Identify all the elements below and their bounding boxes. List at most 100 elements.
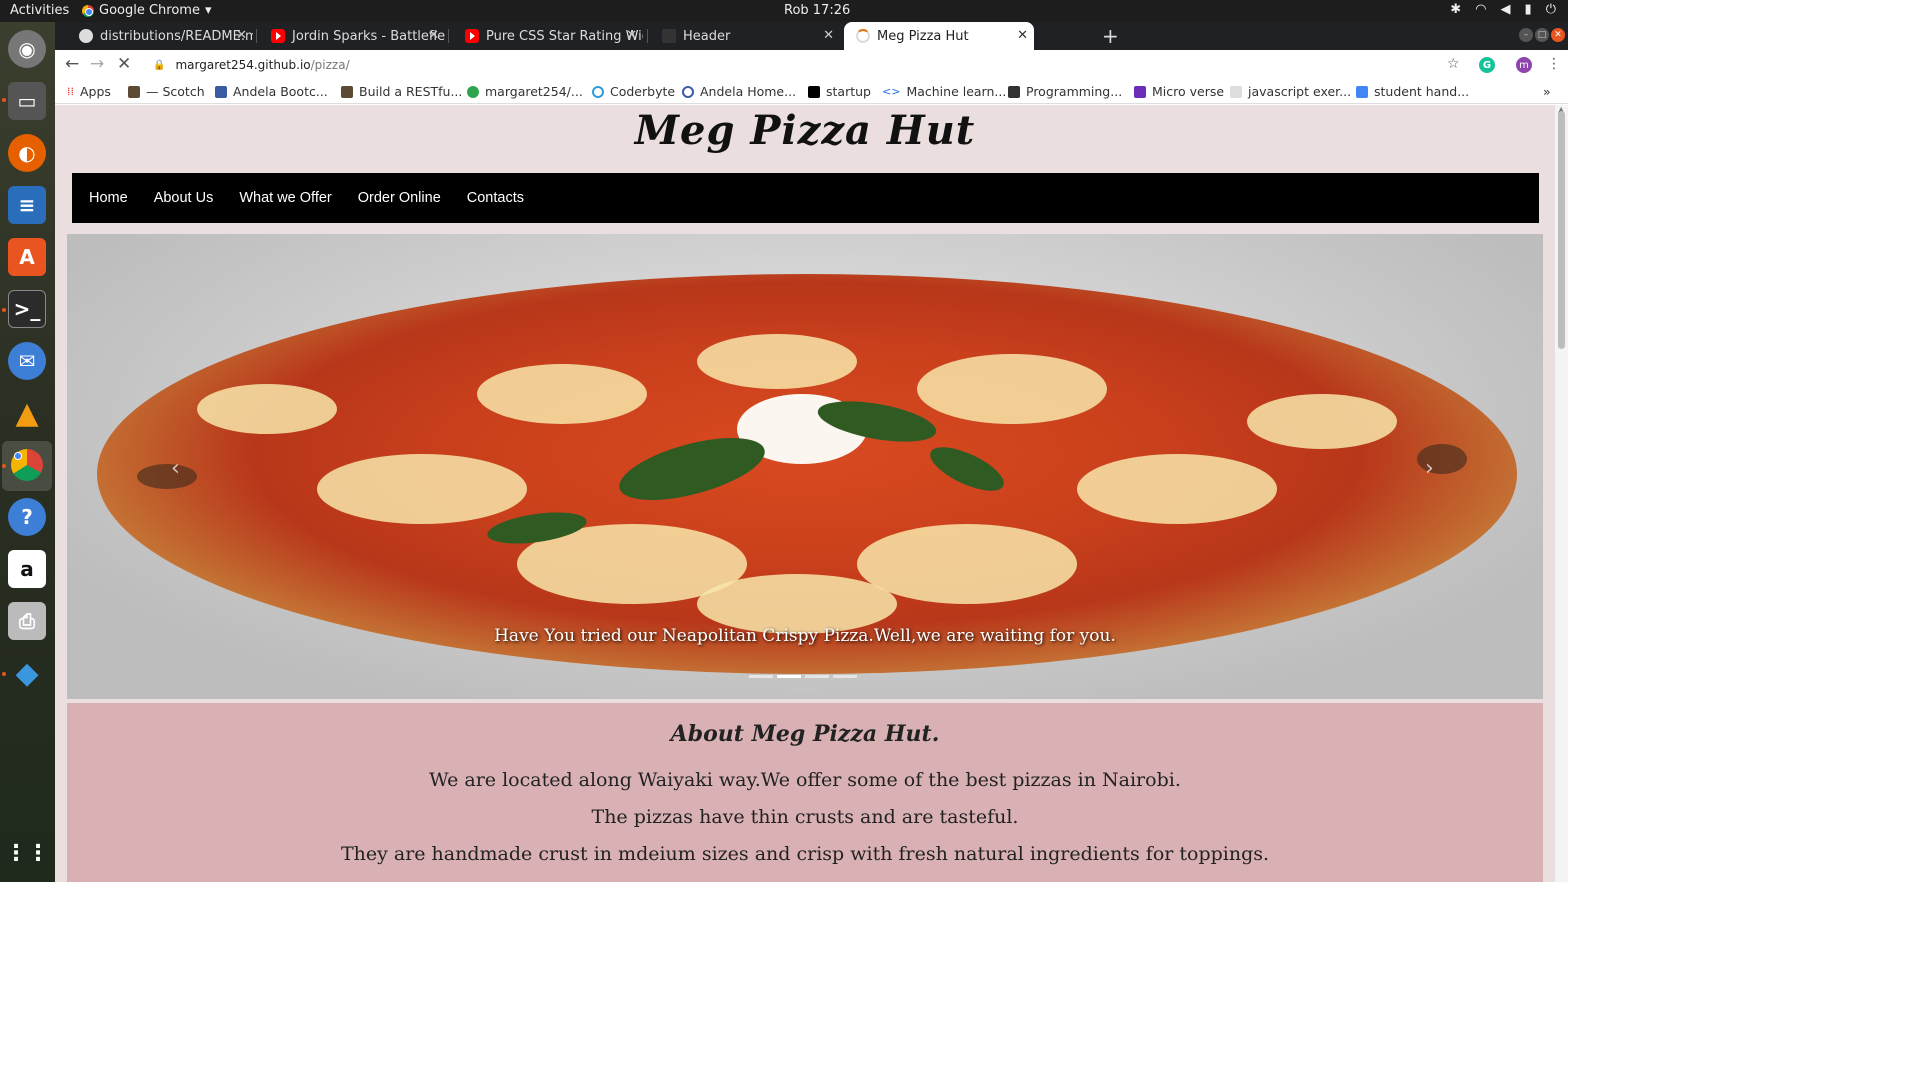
minimize-icon[interactable]: – [1519, 28, 1533, 42]
new-tab-button[interactable]: + [1102, 24, 1119, 48]
scotch-icon [341, 85, 353, 98]
bookmark-student-handbook[interactable]: student hand... [1356, 84, 1469, 99]
loading-icon [856, 29, 870, 43]
bookmarks-bar: ⁞⁞ Apps — Scotch Andela Bootc... Build a … [55, 80, 1568, 104]
nav-about-us[interactable]: About Us [154, 190, 214, 206]
url-host: margaret254.github.io [175, 58, 311, 72]
carousel-next-icon[interactable]: › [1425, 456, 1434, 481]
address-bar[interactable]: 🔒 margaret254.github.io /pizza/ [145, 53, 1495, 77]
vlc-icon[interactable]: ▲ [8, 394, 46, 432]
maximize-icon[interactable]: □ [1535, 28, 1549, 42]
power-icon[interactable]: ⏻ [1546, 2, 1556, 17]
chrome-dock-icon[interactable] [8, 446, 46, 484]
close-icon[interactable]: ✕ [236, 28, 247, 43]
google-docs-icon [1356, 85, 1368, 98]
pizza-image [917, 354, 1107, 424]
nav-what-we-offer[interactable]: What we Offer [239, 190, 331, 206]
w3r-icon [1230, 85, 1242, 98]
bookmark-star-icon[interactable]: ☆ [1447, 56, 1460, 72]
hero-carousel[interactable]: ‹ › Have You tried our Neapolitan Crispy… [67, 234, 1543, 699]
app-menu-label: Google Chrome [99, 3, 200, 18]
carousel-indicator-active[interactable] [777, 675, 801, 678]
battery-icon[interactable]: ▮ [1525, 2, 1532, 17]
close-icon[interactable]: ✕ [823, 28, 834, 43]
scrollbar-thumb[interactable] [1558, 111, 1565, 349]
writer-icon[interactable]: ≡ [8, 186, 46, 224]
about-text-line: We are located along Waiyaki way.We offe… [429, 769, 1181, 791]
pizza-image [97, 274, 1517, 674]
bookmark-andela-home[interactable]: Andela Home... [682, 84, 796, 99]
back-arrow-icon[interactable]: ← [65, 54, 79, 74]
close-window-icon[interactable]: ✕ [1551, 28, 1565, 42]
app-menu[interactable]: Google Chrome ▾ [82, 3, 212, 18]
scotch-icon [128, 85, 140, 98]
andela-icon [682, 85, 694, 98]
nav-home[interactable]: Home [89, 190, 128, 206]
bluetooth-icon[interactable]: ✱ [1450, 2, 1461, 17]
bookmark-startup[interactable]: startup [808, 84, 871, 99]
tab-title: Header [683, 28, 731, 44]
youtube-icon [465, 29, 479, 43]
show-apps-icon[interactable]: ⋮⋮ [5, 834, 49, 872]
grammarly-extension-icon[interactable]: G [1479, 57, 1495, 73]
url-path: /pizza/ [310, 58, 350, 72]
tab-header[interactable]: Header ✕ [650, 22, 840, 50]
profile-avatar[interactable]: m [1516, 57, 1532, 73]
microverse-icon [1134, 85, 1146, 98]
clock[interactable]: Rob 17:26 [784, 3, 850, 18]
nav-order-online[interactable]: Order Online [358, 190, 441, 206]
volume-icon[interactable]: ◀ [1501, 2, 1511, 17]
bookmark-programming[interactable]: Programming... [1008, 84, 1122, 99]
bookmark-andela-bootcamp[interactable]: Andela Bootc... [215, 84, 328, 99]
youtube-icon [271, 29, 285, 43]
thunderbird-icon[interactable]: ✉ [8, 342, 46, 380]
files-icon[interactable]: ▭ [8, 82, 46, 120]
bookmark-microverse[interactable]: Micro verse [1134, 84, 1224, 99]
bookmark-machine-learning[interactable]: <> Machine learn... [882, 84, 1006, 99]
page-icon [662, 29, 676, 43]
browser-toolbar: ← → ✕ 🔒 margaret254.github.io /pizza/ ☆ … [55, 50, 1568, 80]
page-viewport: Meg Pizza Hut Home About Us What we Offe… [55, 105, 1555, 882]
amazon-icon[interactable]: a [8, 550, 46, 588]
bookmark-scotch[interactable]: — Scotch [128, 84, 205, 99]
bookmark-coderbyte[interactable]: Coderbyte [592, 84, 675, 99]
pizza-image [697, 334, 857, 389]
pizza-image [137, 464, 197, 489]
software-center-icon[interactable]: A [8, 238, 46, 276]
printer-icon[interactable]: ⎙ [8, 602, 46, 640]
tab-meg-pizza-hut[interactable]: Meg Pizza Hut ✕ [844, 22, 1034, 50]
stop-loading-icon[interactable]: ✕ [117, 54, 131, 74]
close-icon[interactable]: ✕ [1017, 28, 1028, 43]
close-icon[interactable]: ✕ [626, 28, 637, 43]
tab-jordin-sparks[interactable]: Jordin Sparks - Battlefield ✕ [259, 22, 445, 50]
firefox-icon[interactable]: ◐ [8, 134, 46, 172]
menu-kebab-icon[interactable]: ⋮ [1547, 56, 1561, 72]
bookmarks-overflow-icon[interactable]: » [1543, 84, 1551, 99]
wifi-icon[interactable]: ◠ [1475, 2, 1486, 17]
system-tray[interactable]: ✱ ◠ ◀ ▮ ⏻ [1450, 2, 1556, 17]
activities-button[interactable]: Activities [10, 3, 69, 18]
carousel-indicator[interactable] [805, 675, 829, 678]
carousel-prev-icon[interactable]: ‹ [171, 456, 180, 481]
tab-title: Meg Pizza Hut [877, 28, 969, 44]
forward-arrow-icon[interactable]: → [90, 54, 104, 74]
tab-star-rating[interactable]: Pure CSS Star Rating Widg ✕ [453, 22, 643, 50]
terminal-icon[interactable]: >_ [8, 290, 46, 328]
carousel-indicator[interactable] [833, 675, 857, 678]
pizza-image [477, 364, 647, 424]
lock-icon[interactable]: 🔒 [153, 60, 165, 71]
tab-readme[interactable]: distributions/README.m ✕ [67, 22, 253, 50]
tab-separator [448, 29, 449, 43]
help-icon[interactable]: ? [8, 498, 46, 536]
carousel-indicator[interactable] [749, 675, 773, 678]
nav-contacts[interactable]: Contacts [467, 190, 524, 206]
code-icon: <> [882, 85, 901, 98]
bookmark-margaret254[interactable]: margaret254/... [467, 84, 583, 99]
vscode-icon[interactable]: ◆ [8, 654, 46, 692]
bookmark-apps[interactable]: ⁞⁞ Apps [67, 84, 111, 99]
bookmark-javascript-exercises[interactable]: javascript exer... [1230, 84, 1351, 99]
close-icon[interactable]: ✕ [428, 28, 439, 43]
rhythmbox-icon[interactable]: ◉ [8, 30, 46, 68]
bookmark-build-restful[interactable]: Build a RESTfu... [341, 84, 462, 99]
page-scrollbar[interactable]: ▲ [1555, 105, 1568, 882]
